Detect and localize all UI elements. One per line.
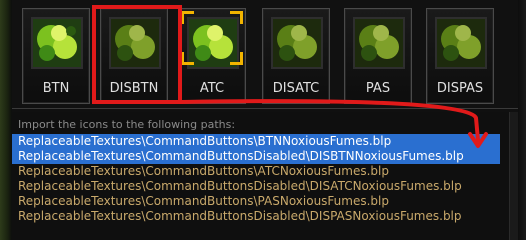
autocast-bracket-icon	[230, 11, 243, 24]
window-left-border	[0, 0, 12, 240]
slot-label: BTN	[42, 81, 70, 96]
path-line-pas[interactable]: ReplaceableTextures\CommandButtons\PASNo…	[12, 194, 500, 209]
noxious-fumes-disabled-icon	[435, 17, 487, 69]
slot-label: DISATC	[272, 81, 320, 96]
scrollbar[interactable]	[509, 112, 518, 240]
path-line-atc[interactable]: ReplaceableTextures\CommandButtons\ATCNo…	[12, 164, 500, 179]
noxious-fumes-icon	[31, 17, 83, 69]
window-right-border	[518, 0, 526, 240]
autocast-bracket-icon	[181, 11, 194, 24]
icon-slots-panel: BTN DISBTN ATC DISATC PAS DISPAS	[12, 0, 518, 109]
path-line-disbtn[interactable]: ReplaceableTextures\CommandButtonsDisabl…	[12, 149, 500, 164]
autocast-bracket-icon	[230, 52, 243, 65]
path-line-dispas[interactable]: ReplaceableTextures\CommandButtonsDisabl…	[12, 209, 500, 224]
autocast-bracket-icon	[181, 52, 194, 65]
disbtn-highlight-box	[92, 5, 182, 104]
slot-btn[interactable]: BTN	[22, 8, 90, 104]
slot-label: DISPAS	[436, 81, 484, 96]
slot-disatc[interactable]: DISATC	[262, 8, 330, 104]
slot-pas[interactable]: PAS	[344, 8, 412, 104]
slot-label: PAS	[365, 81, 391, 96]
noxious-fumes-disabled-icon	[353, 17, 405, 69]
slot-atc[interactable]: ATC	[178, 8, 246, 104]
path-line-btn[interactable]: ReplaceableTextures\CommandButtons\BTNNo…	[12, 134, 500, 149]
import-header: Import the icons to the following paths:	[18, 118, 236, 131]
slot-label: ATC	[199, 81, 225, 96]
import-paths-panel[interactable]: Import the icons to the following paths:…	[12, 112, 518, 240]
path-line-disatc[interactable]: ReplaceableTextures\CommandButtonsDisabl…	[12, 179, 500, 194]
slot-dispas[interactable]: DISPAS	[426, 8, 494, 104]
noxious-fumes-disabled-icon	[271, 17, 323, 69]
